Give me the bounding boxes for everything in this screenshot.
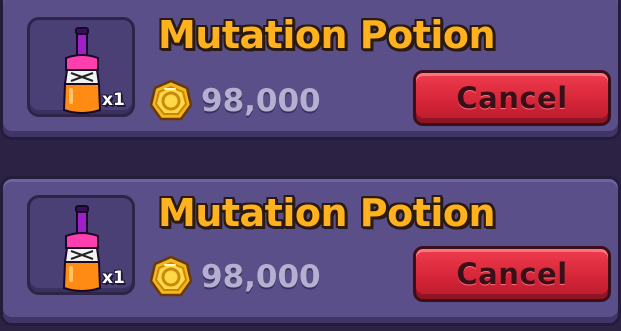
gold-coin-icon — [149, 79, 193, 121]
cancel-button-label: Cancel — [456, 81, 568, 115]
cancel-button[interactable]: Cancel — [413, 70, 611, 126]
cancel-button-label: Cancel — [456, 257, 568, 291]
item-slot: x1 — [27, 17, 135, 117]
item-price: 98,000 — [201, 83, 321, 119]
listing-card: x1 Mutation Potion 98,000 Cancel — [0, 176, 621, 326]
item-quantity: x1 — [102, 268, 125, 288]
mutation-potion-icon — [62, 27, 102, 114]
mutation-potion-icon — [62, 205, 102, 292]
item-slot: x1 — [27, 195, 135, 295]
item-name: Mutation Potion — [158, 191, 496, 235]
item-name: Mutation Potion — [158, 13, 496, 57]
cancel-button[interactable]: Cancel — [413, 246, 611, 302]
item-quantity: x1 — [102, 90, 125, 110]
listing-card: x1 Mutation Potion 98,000 Cancel — [0, 0, 621, 140]
item-price: 98,000 — [201, 259, 321, 295]
gold-coin-icon — [149, 255, 193, 297]
